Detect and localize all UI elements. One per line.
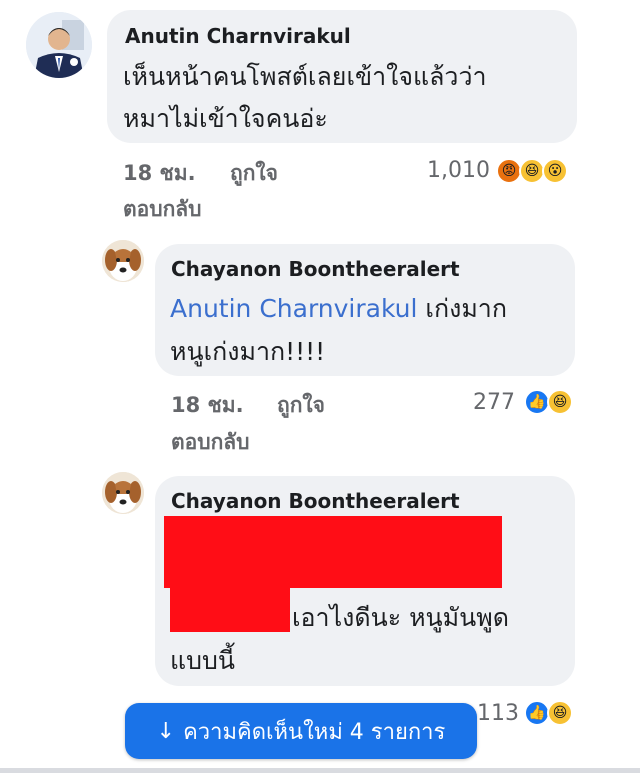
- comment-author[interactable]: Anutin Charnvirakul: [125, 24, 351, 48]
- comment-author[interactable]: Chayanon Boontheeralert: [171, 489, 460, 513]
- reply-link[interactable]: ตอบกลับ: [171, 426, 250, 459]
- redaction-block: [164, 516, 502, 588]
- comment-time[interactable]: 18 ชม.: [123, 157, 196, 190]
- reaction-count[interactable]: 277: [473, 390, 515, 415]
- new-comments-label: ความคิดเห็นใหม่ 4 รายการ: [183, 719, 446, 745]
- avatar[interactable]: [26, 12, 92, 78]
- comment-text-fragment: เก่งมาก: [417, 294, 507, 323]
- like-link[interactable]: ถูกใจ: [277, 389, 325, 422]
- arrow-down-icon: ↓: [156, 718, 176, 744]
- haha-icon: 😆: [547, 389, 573, 415]
- comment-author[interactable]: Chayanon Boontheeralert: [171, 257, 460, 281]
- wow-icon: 😮: [542, 158, 568, 184]
- comment-text-line: แบบนี้: [170, 646, 235, 675]
- reaction-count[interactable]: 1,010: [427, 158, 490, 183]
- dog-photo: [102, 240, 144, 282]
- comment-time[interactable]: 18 ชม.: [171, 389, 244, 422]
- mention-link[interactable]: Anutin Charnvirakul: [170, 294, 417, 323]
- new-comments-button[interactable]: ↓ ความคิดเห็นใหม่ 4 รายการ: [125, 703, 477, 759]
- profile-photo: [26, 12, 92, 78]
- avatar[interactable]: [102, 472, 144, 514]
- comment-text-line: เอาไงดีนะ หนูมันพูด: [292, 603, 509, 632]
- dog-photo: [102, 472, 144, 514]
- comment-text-line: หมาไม่เข้าใจคนอ่ะ: [123, 104, 328, 133]
- divider: [0, 768, 640, 773]
- redaction-block: [170, 588, 290, 632]
- comment-text-line: หนูเก่งมาก!!!!: [170, 337, 326, 366]
- reaction-count[interactable]: 113: [477, 701, 519, 726]
- comment-text-line: Anutin Charnvirakul เก่งมาก: [170, 287, 507, 330]
- comment-text-line: เห็นหน้าคนโพสต์เลยเข้าใจแล้วว่า: [123, 62, 487, 91]
- reply-link[interactable]: ตอบกลับ: [123, 193, 202, 226]
- haha-icon: 😆: [547, 700, 573, 726]
- avatar[interactable]: [102, 240, 144, 282]
- like-link[interactable]: ถูกใจ: [230, 157, 278, 190]
